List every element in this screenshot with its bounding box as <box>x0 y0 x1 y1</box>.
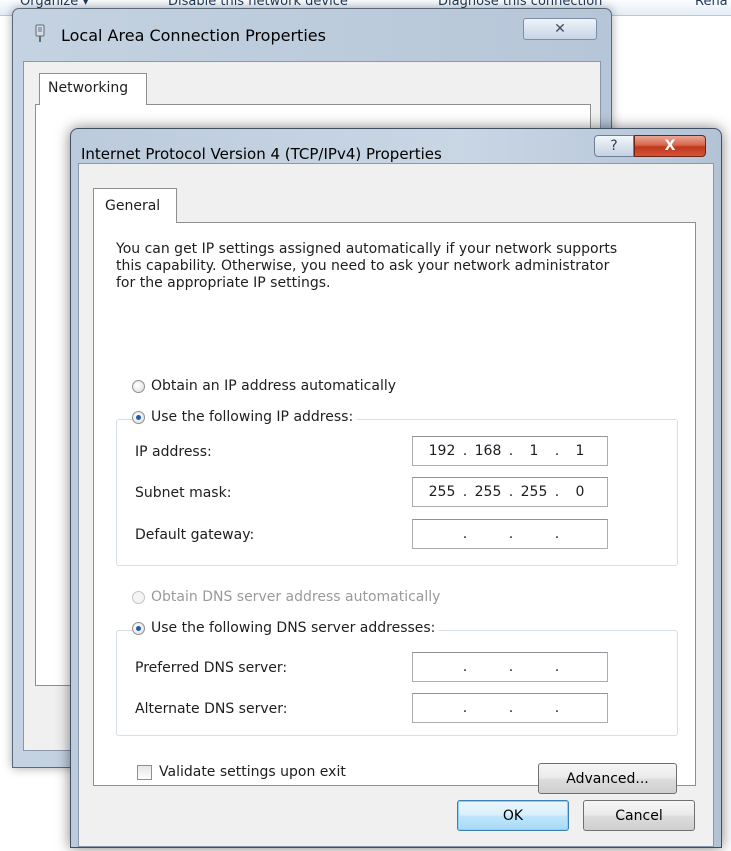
octet-separator: . <box>508 484 514 500</box>
octet-separator: . <box>508 526 514 542</box>
ip-manual-label: Use the following IP address: <box>151 409 354 425</box>
octet-separator: . <box>554 526 560 542</box>
tab-networking[interactable]: Networking <box>39 73 147 105</box>
general-panel: You can get IP settings assigned automat… <box>93 222 696 794</box>
ip-address-label: IP address: <box>135 444 212 460</box>
octet-separator: . <box>554 484 560 500</box>
octet-separator: . <box>462 700 468 716</box>
octet-separator: . <box>508 443 514 459</box>
alternate-dns-field[interactable]: . . . <box>412 693 608 723</box>
ip-auto-option[interactable]: Obtain an IP address automatically <box>132 378 401 394</box>
ip-octet: 255 <box>428 484 456 500</box>
ip-manual-radio[interactable] <box>132 410 145 424</box>
dns-auto-label: Obtain DNS server address automatically <box>151 589 441 605</box>
ip-octet: 0 <box>575 484 585 500</box>
ip-auto-radio[interactable] <box>132 379 145 393</box>
subnet-mask-label: Subnet mask: <box>135 485 232 501</box>
back-window-title: Local Area Connection Properties <box>61 26 326 45</box>
ok-button[interactable]: OK <box>457 800 569 831</box>
dns-manual-label: Use the following DNS server addresses: <box>151 620 436 636</box>
validate-settings-checkbox[interactable] <box>137 764 152 780</box>
dns-manual-radio[interactable] <box>132 621 145 635</box>
cancel-button[interactable]: Cancel <box>583 800 695 831</box>
preferred-dns-field[interactable]: . . . <box>412 652 608 682</box>
dns-manual-option[interactable]: Use the following DNS server addresses: <box>132 620 440 636</box>
ip-octet: 255 <box>520 484 548 500</box>
octet-separator: . <box>462 443 468 459</box>
alternate-dns-label: Alternate DNS server: <box>135 701 288 717</box>
validate-settings-label: Validate settings upon exit <box>159 764 346 780</box>
ip-auto-label: Obtain an IP address automatically <box>151 378 397 394</box>
octet-separator: . <box>462 484 468 500</box>
back-window-close-button[interactable]: ✕ <box>523 18 597 40</box>
ip-octet: 1 <box>529 443 539 459</box>
ip-octet: 255 <box>474 484 502 500</box>
octet-separator: . <box>554 443 560 459</box>
octet-separator: . <box>508 700 514 716</box>
dns-auto-option[interactable]: Obtain DNS server address automatically <box>132 589 445 605</box>
ip-octet: 168 <box>474 443 502 459</box>
octet-separator: . <box>508 659 514 675</box>
validate-settings-option[interactable]: Validate settings upon exit <box>137 764 346 780</box>
dialog-client: General You can get IP settings assigned… <box>78 163 714 847</box>
octet-separator: . <box>462 659 468 675</box>
default-gateway-label: Default gateway: <box>135 527 255 543</box>
help-button[interactable]: ? <box>594 135 634 157</box>
subnet-mask-field[interactable]: 255 . 255 . 255 . 0 <box>412 477 608 507</box>
ip-manual-option[interactable]: Use the following IP address: <box>132 409 358 425</box>
close-button[interactable]: X <box>634 135 706 157</box>
rename-button[interactable]: Rena <box>695 0 728 9</box>
default-gateway-field[interactable]: . . . <box>412 519 608 549</box>
octet-separator: . <box>554 700 560 716</box>
dns-auto-radio[interactable] <box>132 590 145 604</box>
advanced-button[interactable]: Advanced... <box>538 763 677 794</box>
preferred-dns-label: Preferred DNS server: <box>135 660 288 676</box>
octet-separator: . <box>554 659 560 675</box>
octet-separator: . <box>462 526 468 542</box>
ipv4-properties-dialog: Internet Protocol Version 4 (TCP/IPv4) P… <box>70 128 722 848</box>
intro-text: You can get IP settings assigned automat… <box>116 241 618 291</box>
tab-general[interactable]: General <box>93 188 177 223</box>
ip-octet: 1 <box>575 443 585 459</box>
network-adapter-icon <box>35 24 45 42</box>
ip-address-field[interactable]: 192 . 168 . 1 . 1 <box>412 436 608 466</box>
ip-octet: 192 <box>428 443 456 459</box>
dialog-title: Internet Protocol Version 4 (TCP/IPv4) P… <box>81 145 442 163</box>
